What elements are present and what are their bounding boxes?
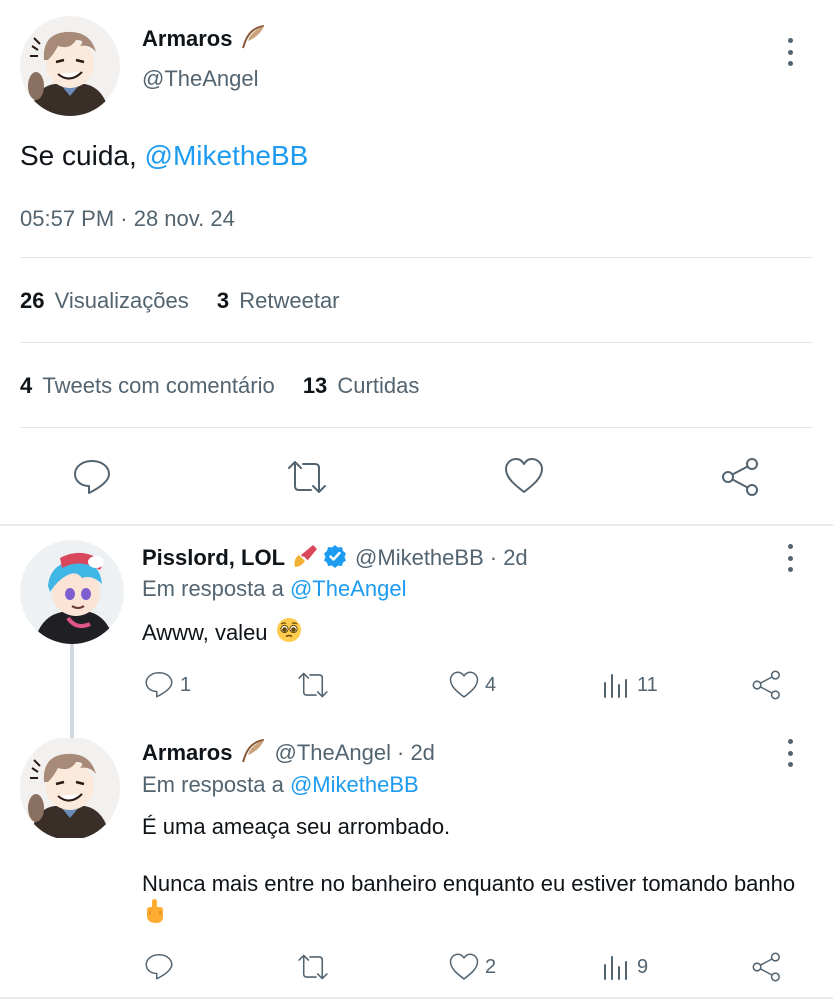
reply-icon[interactable]: [144, 951, 174, 981]
reply-text: Awww, valeu: [142, 617, 302, 649]
reply-context: Em resposta a @TheAngel: [142, 576, 407, 601]
tweet-text-prefix: Se cuida,: [20, 140, 145, 171]
author-name[interactable]: Armaros: [142, 26, 232, 52]
more-icon[interactable]: [785, 739, 795, 767]
mention-link[interactable]: @TheAngel: [290, 576, 407, 601]
like-count: 4: [485, 674, 497, 696]
reply-text-line2: Nunca mais entre no banheiro enquanto eu…: [142, 869, 802, 931]
share-icon[interactable]: [720, 456, 762, 498]
author-name[interactable]: Pisslord, LOL: [142, 545, 285, 571]
thread-line: [70, 642, 74, 740]
retweet-icon[interactable]: [296, 670, 330, 700]
feather-emoji: [240, 738, 266, 769]
like-count: 2: [485, 956, 497, 978]
stats-row-2: 4 Tweets com comentário 13 Curtidas: [20, 373, 419, 399]
divider: [20, 342, 813, 343]
tweet-text: Se cuida, @MiketheBB: [20, 140, 308, 172]
pleading-emoji: [276, 617, 302, 649]
quotes-stat[interactable]: 4 Tweets com comentário: [20, 373, 281, 398]
section-separator: [0, 997, 833, 999]
section-separator: [0, 524, 833, 526]
like-icon[interactable]: [503, 456, 545, 496]
like-icon[interactable]: [448, 952, 480, 982]
main-author-line: Armaros: [142, 24, 266, 54]
reply1-author-line: Pisslord, LOL @MiketheBB · 2d: [142, 543, 528, 573]
stats-row-1: 26 Visualizações 3 Retweetar: [20, 288, 340, 314]
reply-time[interactable]: · 2d: [397, 740, 435, 766]
avatar-armaros-reply[interactable]: [20, 736, 120, 840]
author-handle[interactable]: @MiketheBB: [355, 545, 484, 571]
retweets-stat[interactable]: 3 Retweetar: [217, 288, 340, 313]
reply-text-line1: É uma ameaça seu arrombado.: [142, 814, 451, 839]
mention-link[interactable]: @MiketheBB: [290, 772, 419, 797]
divider: [20, 427, 813, 428]
author-name[interactable]: Armaros: [142, 740, 232, 766]
feather-emoji: [240, 24, 266, 55]
view-count: 9: [637, 956, 649, 978]
more-icon[interactable]: [785, 544, 795, 572]
paintbrush-emoji: [291, 543, 319, 574]
reply-icon[interactable]: [144, 669, 174, 699]
reply-context: Em resposta a @MiketheBB: [142, 772, 419, 797]
author-handle[interactable]: @TheAngel: [274, 740, 391, 766]
like-icon[interactable]: [448, 670, 480, 700]
author-handle[interactable]: @TheAngel: [142, 66, 259, 92]
views-icon[interactable]: [602, 671, 630, 699]
share-icon[interactable]: [751, 669, 783, 701]
likes-stat[interactable]: 13 Curtidas: [303, 373, 420, 398]
retweet-icon[interactable]: [296, 952, 330, 982]
views-icon[interactable]: [602, 953, 630, 981]
tweet-timestamp[interactable]: 05:57 PM · 28 nov. 24: [20, 206, 235, 232]
share-icon[interactable]: [751, 951, 783, 983]
verified-badge: [323, 544, 347, 573]
divider: [20, 257, 813, 258]
avatar-armaros-main[interactable]: [20, 16, 120, 116]
reply-count: 1: [180, 674, 192, 696]
retweet-icon[interactable]: [285, 458, 329, 496]
more-icon[interactable]: [785, 38, 795, 66]
views-stat[interactable]: 26 Visualizações: [20, 288, 195, 313]
reply-icon[interactable]: [72, 456, 112, 496]
view-count: 11: [637, 674, 658, 696]
reply-time[interactable]: · 2d: [490, 545, 528, 571]
avatar-pisslord[interactable]: [20, 540, 124, 644]
reply2-author-line: Armaros @TheAngel · 2d: [142, 738, 435, 768]
finger-emoji: [144, 898, 164, 931]
mention-link[interactable]: @MiketheBB: [145, 140, 309, 171]
